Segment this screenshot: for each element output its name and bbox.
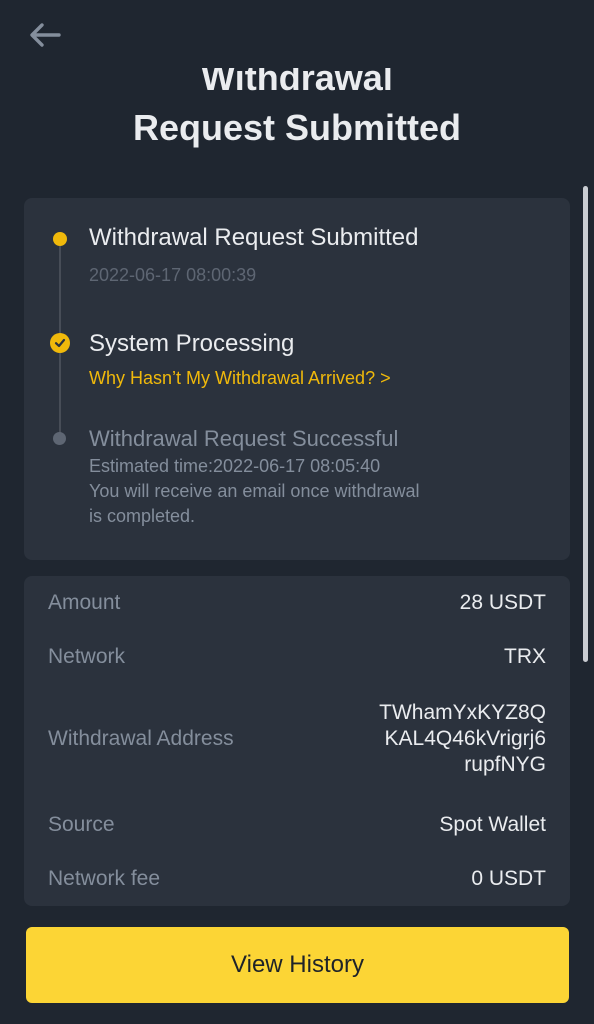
withdrawal-status-screen: Withdrawal Request Submitted Withdrawal … bbox=[0, 0, 594, 1024]
fee-row: Network fee 0 USDT bbox=[48, 866, 546, 892]
fee-label: Network fee bbox=[48, 867, 161, 890]
step-pending-dot-icon bbox=[53, 432, 66, 445]
amount-row: Amount 28 USDT bbox=[48, 590, 546, 616]
address-value: TWhamYxKYZ8Q KAL4Q46kVrigrj6 rupfNYG bbox=[379, 700, 546, 778]
check-circle-icon bbox=[50, 333, 70, 353]
why-not-arrived-link[interactable]: Why Hasn’t My Withdrawal Arrived? > bbox=[89, 366, 391, 391]
arrow-left-icon bbox=[30, 23, 61, 47]
network-row: Network TRX bbox=[48, 644, 546, 670]
address-label: Withdrawal Address bbox=[48, 727, 234, 750]
step-processing-title: System Processing bbox=[89, 330, 295, 357]
withdrawal-details-card: Amount 28 USDT Network TRX Withdrawal Ad… bbox=[24, 576, 570, 906]
address-line: rupfNYG bbox=[464, 753, 546, 776]
step-submitted-title: Withdrawal Request Submitted bbox=[89, 224, 419, 251]
scrollbar[interactable] bbox=[583, 186, 588, 662]
source-label: Source bbox=[48, 813, 115, 836]
back-button[interactable] bbox=[26, 18, 64, 52]
step-submitted-timestamp: 2022-06-17 08:00:39 bbox=[89, 265, 257, 285]
fee-value: 0 USDT bbox=[471, 867, 546, 890]
view-history-button[interactable]: View History bbox=[26, 927, 569, 1003]
amount-value: 28 USDT bbox=[459, 591, 546, 614]
page-title-line2: Request Submitted bbox=[132, 107, 462, 148]
step-active-dot-icon bbox=[53, 232, 67, 246]
page-title-line1: Withdrawal bbox=[201, 57, 393, 98]
step-successful-title: Withdrawal Request Successful bbox=[89, 426, 399, 451]
estimated-time: Estimated time:2022-06-17 08:05:40 bbox=[89, 456, 381, 476]
network-label: Network bbox=[48, 645, 126, 668]
network-value: TRX bbox=[504, 645, 546, 668]
email-note-line2: is completed. bbox=[89, 506, 196, 526]
source-value: Spot Wallet bbox=[439, 813, 546, 836]
address-line: TWhamYxKYZ8Q bbox=[379, 701, 546, 724]
address-row: Withdrawal Address TWhamYxKYZ8Q KAL4Q46k… bbox=[48, 700, 546, 778]
amount-label: Amount bbox=[48, 591, 121, 614]
address-line: KAL4Q46kVrigrj6 bbox=[384, 727, 546, 750]
email-note-line1: You will receive an email once withdrawa… bbox=[89, 481, 420, 501]
source-row: Source Spot Wallet bbox=[48, 812, 546, 838]
status-timeline-card: Withdrawal Request Submitted 2022-06-17 … bbox=[24, 198, 570, 560]
